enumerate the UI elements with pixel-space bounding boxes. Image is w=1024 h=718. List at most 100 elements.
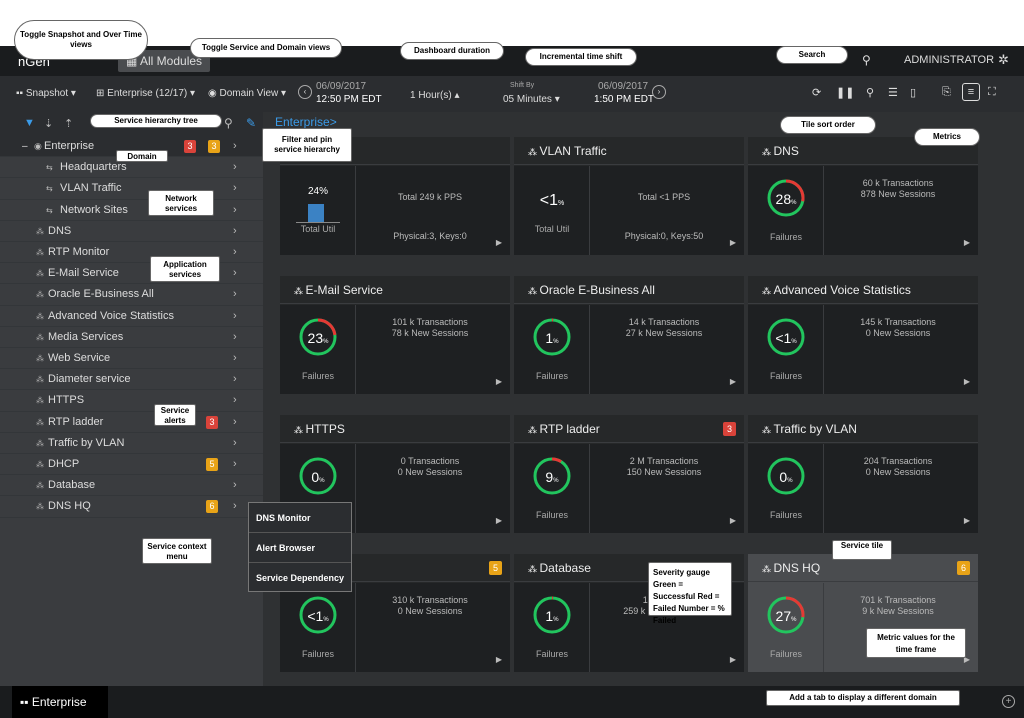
tab-enterprise[interactable]: ▪▪ Enterprise	[12, 686, 108, 718]
service-tile[interactable]: ⁂ DNS 28% Failures 60 k Transactions 878 New…	[748, 137, 978, 255]
chevron-right-icon[interactable]: ›	[233, 496, 237, 517]
chevron-right-icon[interactable]: ›	[233, 390, 237, 411]
gauge-value: 23%	[307, 330, 329, 346]
search-icon[interactable]: ⚲	[224, 116, 233, 130]
service-tile[interactable]: ⁂ RTP ladder 3 9% Failures 2 M Transactions 1…	[514, 415, 744, 533]
service-tile[interactable]: ⁂ Oracle E-Business All 1% Failures 14 k Tr…	[514, 276, 744, 394]
time-back-button[interactable]: ‹	[298, 85, 312, 99]
pause-icon[interactable]: ❚❚	[836, 86, 854, 99]
play-icon[interactable]: ▶	[496, 655, 502, 664]
user-menu[interactable]: ADMINISTRATOR	[904, 54, 994, 66]
chevron-right-icon[interactable]: ›	[233, 412, 237, 433]
percent-sign: %	[787, 478, 793, 484]
chevron-right-icon[interactable]: ›	[233, 157, 237, 178]
network-icon: ⇆	[46, 163, 53, 173]
service-tile[interactable]: ⁂ Advanced Voice Statistics <1% Failures 14…	[748, 276, 978, 394]
chevron-right-icon[interactable]: ›	[233, 178, 237, 199]
service-tile[interactable]: ⁂ E-Mail Service 23% Failures 101 k Transac…	[280, 276, 510, 394]
tile-gauge-area: <1% Failures	[748, 305, 824, 394]
duration-selector[interactable]: 1 Hour(s) ▴	[410, 90, 460, 101]
search-icon[interactable]: ⚲	[866, 86, 874, 99]
play-icon[interactable]: ▶	[730, 516, 736, 525]
sidebar-item[interactable]: ⇆ VLAN Traffic ›	[0, 178, 263, 200]
sort-desc-icon[interactable]: ⇣	[44, 117, 53, 130]
app-icon: ⁂	[528, 147, 540, 157]
chevron-right-icon[interactable]: ›	[233, 263, 237, 284]
play-icon[interactable]: ▶	[730, 377, 736, 386]
chevron-right-icon[interactable]: ›	[233, 433, 237, 454]
gear-icon[interactable]: ✲	[998, 52, 1009, 68]
enterprise-selector[interactable]: ⊞ Enterprise (12/17) ▾	[96, 88, 195, 99]
refresh-icon[interactable]: ⟳	[812, 86, 821, 99]
shift-selector[interactable]: 05 Minutes ▾	[503, 94, 560, 105]
menu-item-dns-monitor[interactable]: DNS Monitor	[249, 503, 351, 533]
play-icon[interactable]: ▶	[496, 516, 502, 525]
chevron-right-icon[interactable]: ›	[233, 200, 237, 221]
metrics-icon[interactable]: ▯	[910, 86, 916, 99]
tile-footer-label: Failures	[769, 510, 802, 520]
chevron-right-icon[interactable]: ›	[233, 221, 237, 242]
sidebar-item[interactable]: ⁂ Traffic by VLAN ›	[0, 433, 263, 454]
sort-icon[interactable]: ☰	[888, 86, 898, 99]
fullscreen-icon[interactable]: ⛶	[988, 86, 996, 99]
chevron-right-icon[interactable]: ›	[233, 306, 237, 327]
percent-sign: %	[323, 339, 329, 345]
play-icon[interactable]: ▶	[496, 238, 502, 247]
tile-metrics: Total 249 k PPS Physical:3, Keys:0	[360, 178, 500, 242]
play-icon[interactable]: ▶	[964, 516, 970, 525]
chevron-right-icon[interactable]: ›	[233, 454, 237, 475]
play-icon[interactable]: ▶	[964, 238, 970, 247]
play-icon[interactable]: ▶	[964, 377, 970, 386]
sidebar-item[interactable]: ⁂ DHCP 5 ›	[0, 454, 263, 476]
sidebar-item[interactable]: ⁂ RTP ladder 3 ›	[0, 412, 263, 433]
export-icon[interactable]: ⎘	[942, 86, 951, 99]
app-icon: ⁂	[36, 226, 44, 236]
chevron-right-icon[interactable]: ›	[233, 475, 237, 496]
domain-view-toggle[interactable]: ◉ Domain View ▾	[208, 88, 286, 99]
chevron-right-icon[interactable]: ›	[233, 327, 237, 348]
sidebar-item[interactable]: ⁂ Diameter service ›	[0, 369, 263, 391]
app-icon: ⁂	[294, 286, 306, 296]
metric-line: Physical:3, Keys:0	[393, 231, 467, 241]
play-icon[interactable]: ▶	[730, 238, 736, 247]
chevron-right-icon[interactable]: ›	[233, 242, 237, 263]
sidebar-item[interactable]: ⁂ Media Services ›	[0, 327, 263, 348]
tile-footer-label: Failures	[535, 371, 568, 381]
service-tile[interactable]: ⁂ Traffic by VLAN 0% Failures 204 Transacti…	[748, 415, 978, 533]
chevron-right-icon[interactable]: ›	[233, 348, 237, 369]
tile-body: 24% Total Util Total 249 k PPS Physical:3, …	[280, 166, 510, 255]
sidebar-item[interactable]: ⁂ Database ›	[0, 475, 263, 497]
app-icon: ⁂	[36, 332, 44, 342]
sidebar-item[interactable]: ⁂ Oracle E-Business All ›	[0, 284, 263, 306]
sort-asc-icon[interactable]: ⇡	[64, 117, 73, 130]
chevron-right-icon[interactable]: ›	[233, 369, 237, 390]
menu-item-alert-browser[interactable]: Alert Browser	[249, 533, 351, 563]
chevron-right-icon[interactable]: ›	[233, 284, 237, 305]
app-icon: ⁂	[36, 290, 44, 300]
pin-icon[interactable]: ✎	[246, 116, 256, 130]
gauge-value: <1%	[775, 330, 797, 346]
sidebar-item[interactable]: ⁂ RTP Monitor ›	[0, 242, 263, 264]
sidebar-item[interactable]: ⁂ DNS ›	[0, 221, 263, 242]
time-forward-button[interactable]: ›	[652, 85, 666, 99]
add-tab-icon[interactable]: +	[1002, 695, 1015, 708]
play-icon[interactable]: ▶	[730, 655, 736, 664]
collapse-icon[interactable]: –	[22, 136, 28, 157]
search-icon[interactable]: ⚲	[862, 53, 871, 67]
sidebar-item[interactable]: ⁂ E-Mail Service ›	[0, 263, 263, 285]
service-tile[interactable]: ⁂ VLAN Traffic <1% Total Util Total <1 PPS P…	[514, 137, 744, 255]
sidebar-item[interactable]: ⁂ Web Service ›	[0, 348, 263, 370]
filter-icon[interactable]: ▼	[24, 117, 35, 129]
play-icon[interactable]: ▶	[496, 377, 502, 386]
list-view-icon[interactable]: ≡	[962, 83, 980, 101]
sidebar-item[interactable]: ⇆ Network Sites ›	[0, 200, 263, 221]
sidebar-item[interactable]: ⁂ HTTPS ›	[0, 390, 263, 412]
menu-item-service-dependency[interactable]: Service Dependency	[249, 563, 351, 593]
sidebar-item[interactable]: ⁂ Advanced Voice Statistics ›	[0, 306, 263, 327]
sidebar-item[interactable]: ⁂ DNS HQ 6 ›	[0, 496, 263, 518]
metric-line: 101 k Transactions	[392, 317, 468, 327]
gauge-value: 0%	[311, 469, 325, 485]
snapshot-toggle[interactable]: ▪▪ Snapshot ▾	[16, 88, 76, 99]
breadcrumb[interactable]: Enterprise>	[275, 115, 337, 129]
chevron-right-icon[interactable]: ›	[233, 136, 237, 157]
